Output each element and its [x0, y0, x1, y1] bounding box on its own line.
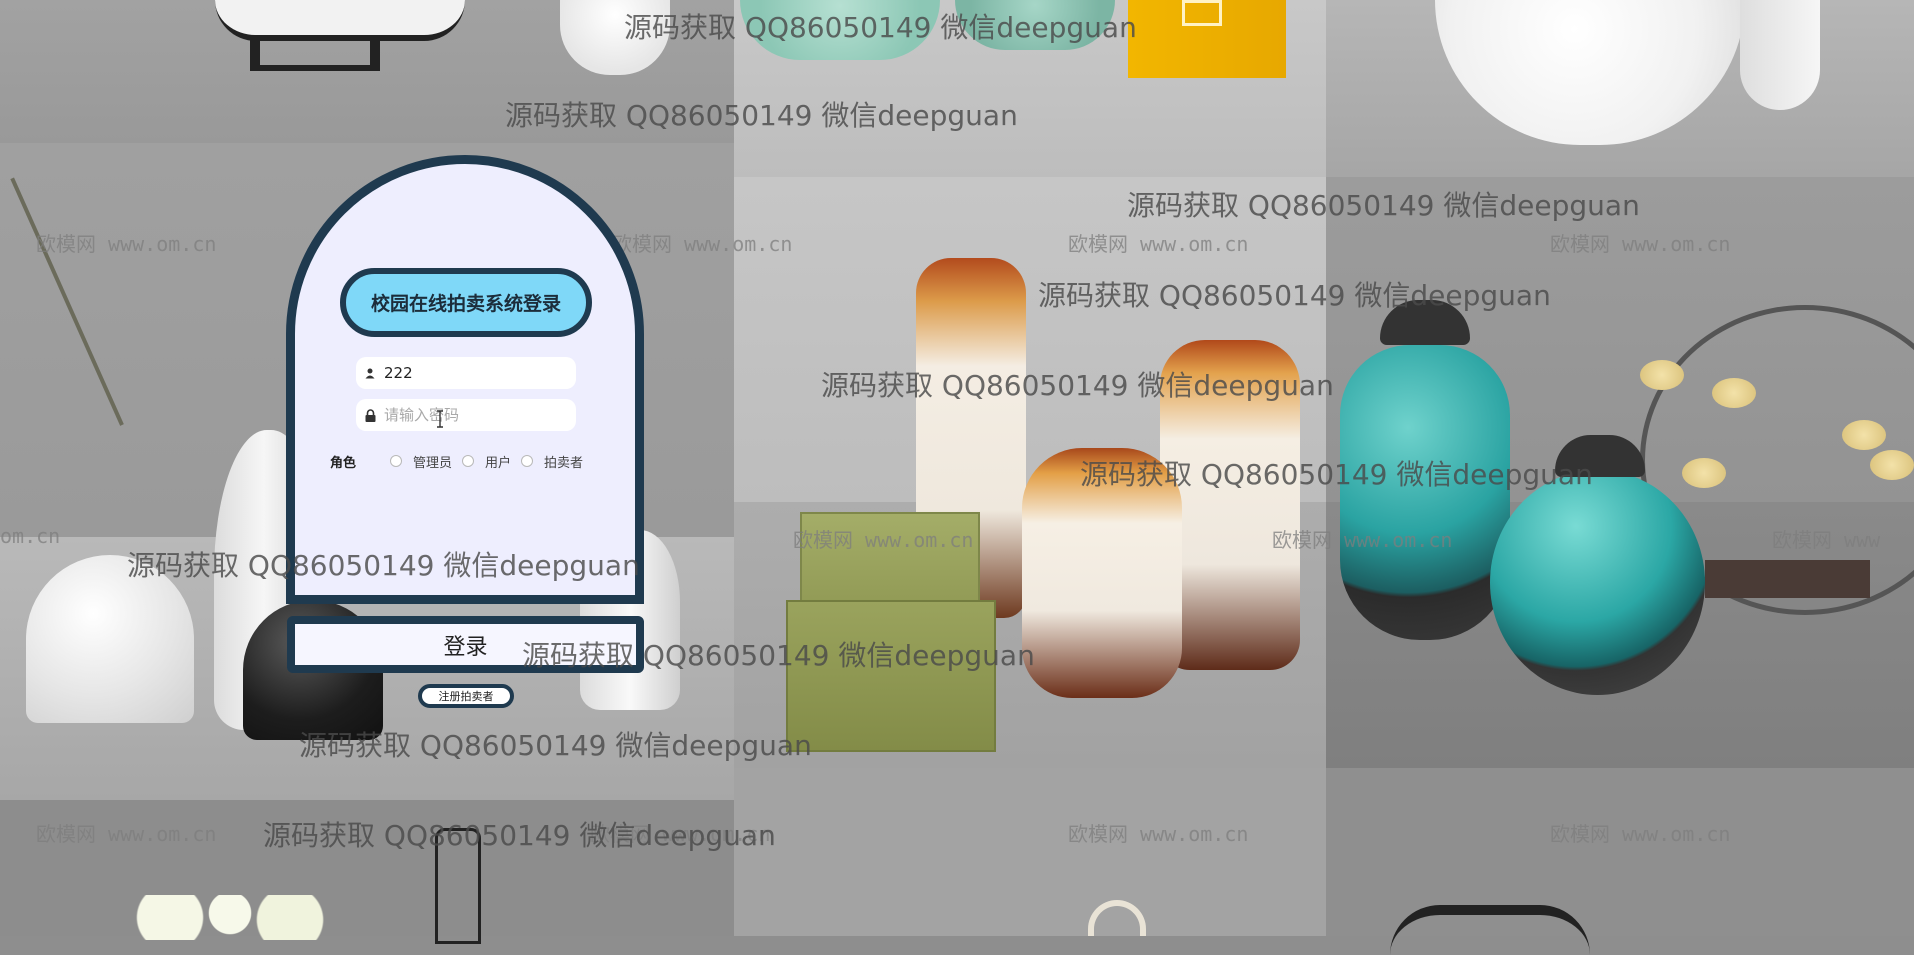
text-cursor-icon [437, 410, 443, 428]
decor-cloud [1870, 450, 1914, 480]
background-photo-ornament [734, 768, 1326, 936]
role-option-label: 管理员 [413, 455, 453, 471]
decor-white-flowers [130, 895, 330, 940]
password-input[interactable] [384, 401, 564, 429]
login-title: 校园在线拍卖系统登录 [340, 268, 592, 337]
role-option-label: 用户 [485, 455, 512, 471]
decor-cloud [1842, 420, 1886, 450]
decor-dark-branch [1390, 905, 1590, 955]
username-field[interactable] [356, 357, 576, 389]
background-photo-flowers [0, 800, 734, 936]
login-button[interactable]: 登录 [287, 616, 644, 673]
role-option-user[interactable]: 用户 [462, 452, 511, 471]
decor-teal-jar-round [1490, 470, 1705, 695]
decor-box-knot [1182, 0, 1222, 26]
decor-cloud [1640, 360, 1684, 390]
decor-glazed-vase-mid [1022, 448, 1182, 698]
radio-icon[interactable] [390, 455, 403, 467]
decor-wood-base [1705, 560, 1870, 598]
password-field[interactable] [356, 399, 576, 431]
register-auctioneer-button[interactable]: 注册拍卖者 [418, 684, 514, 708]
role-option-auctioneer[interactable]: 拍卖者 [521, 452, 583, 471]
role-label: 角色 [330, 455, 357, 471]
role-option-label: 拍卖者 [544, 455, 584, 471]
radio-icon[interactable] [462, 455, 475, 467]
decor-celadon-bowl [740, 0, 940, 60]
role-option-admin[interactable]: 管理员 [390, 452, 452, 471]
decor-teal-jar-tall [1340, 345, 1510, 640]
decor-plate-stand [250, 35, 380, 71]
role-selector: 角色 管理员 用户 拍卖者 [330, 451, 593, 471]
decor-small-vase [1740, 0, 1820, 110]
user-icon [356, 368, 384, 379]
radio-icon[interactable] [521, 455, 534, 467]
decor-glass-vase [435, 828, 481, 944]
lock-icon [356, 408, 384, 422]
decor-cloud [1712, 378, 1756, 408]
decor-green-box-bottom [786, 600, 996, 752]
decor-cloud [1682, 458, 1726, 488]
decor-celadon-jar [955, 0, 1115, 50]
decor-white-vase-round [26, 555, 194, 723]
username-input[interactable] [384, 359, 564, 387]
